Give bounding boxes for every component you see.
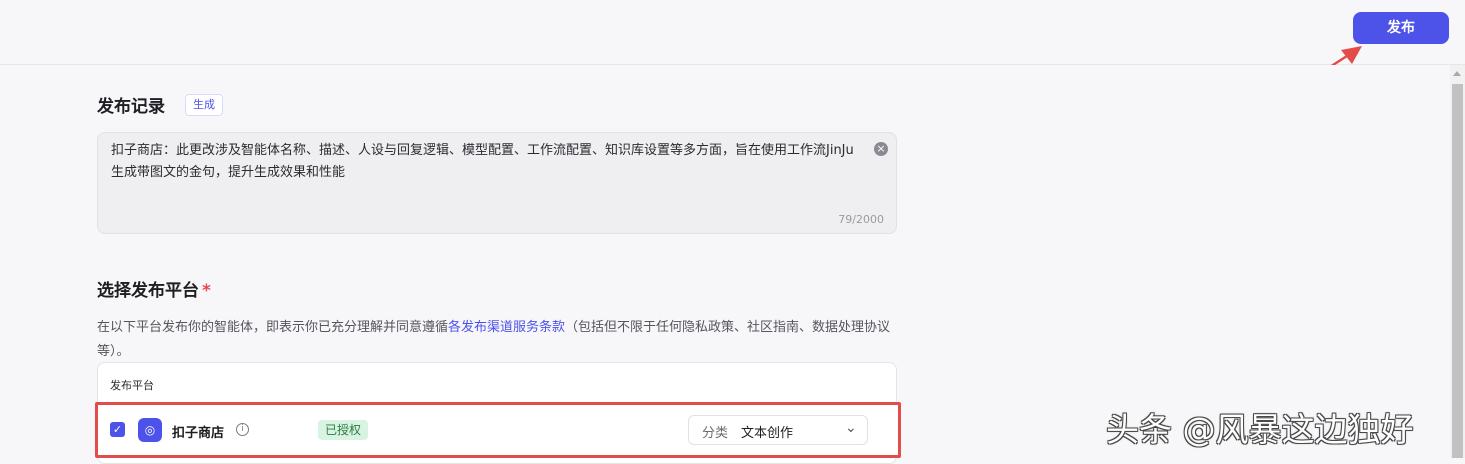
platform-description: 在以下平台发布你的智能体，即表示你已充分理解并同意遵循各发布渠道服务条款（包括但… — [97, 316, 907, 364]
watermark: 头条 @风暴这边独好 — [1106, 410, 1414, 449]
char-counter: 79/2000 — [838, 213, 884, 226]
platform-section-heading: 选择发布平台 * — [97, 276, 211, 301]
record-text[interactable]: 扣子商店：此更改涉及智能体名称、描述、人设与回复逻辑、模型配置、工作流配置、知识… — [111, 140, 863, 184]
close-circle-icon[interactable]: × — [874, 142, 888, 156]
platform-section-title: 选择发布平台 — [97, 281, 199, 301]
platform-checkbox[interactable]: ✓ — [110, 422, 125, 437]
record-textarea[interactable]: 扣子商店：此更改涉及智能体名称、描述、人设与回复逻辑、模型配置、工作流配置、知识… — [97, 132, 897, 234]
generate-tag[interactable]: 生成 — [185, 94, 223, 116]
terms-link[interactable]: 各发布渠道服务条款 — [448, 320, 565, 335]
platform-name: 扣子商店 — [172, 426, 225, 441]
record-title: 发布记录 — [97, 97, 165, 117]
platform-table-header: 发布平台 — [110, 379, 154, 392]
store-logo-icon: ◎ — [138, 418, 162, 442]
check-icon: ✓ — [112, 423, 123, 436]
scroll-up-arrow[interactable] — [1453, 71, 1461, 76]
scrollbar-thumb[interactable] — [1452, 84, 1463, 458]
info-icon[interactable]: i — [236, 423, 249, 436]
required-mark: * — [202, 281, 211, 301]
desc-text-before: 在以下平台发布你的智能体，即表示你已充分理解并同意遵循 — [97, 320, 449, 335]
category-value: 文本创作 — [741, 426, 794, 441]
category-select[interactable]: 分类 文本创作 ⌄ — [688, 415, 868, 445]
category-label: 分类 — [702, 426, 729, 441]
chevron-down-icon: ⌄ — [845, 420, 857, 436]
auth-status-badge: 已授权 — [318, 420, 369, 440]
